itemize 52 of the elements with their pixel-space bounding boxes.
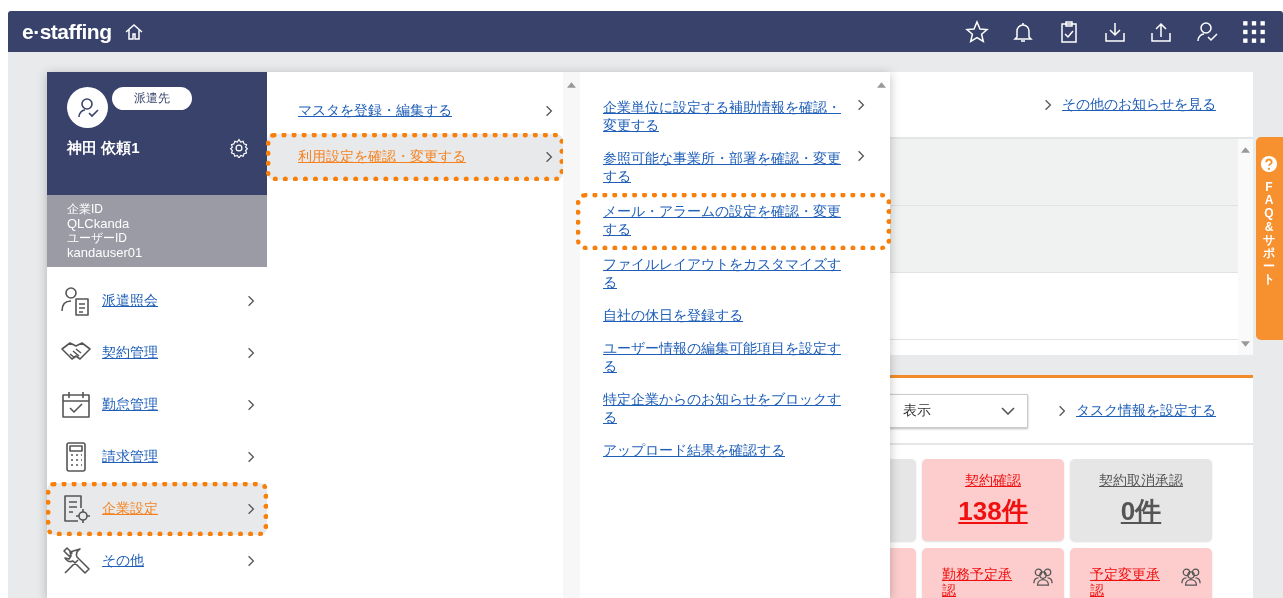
chevron-icon	[1058, 404, 1066, 417]
user-check-icon	[75, 95, 100, 120]
menu-item[interactable]: 勤怠管理	[47, 379, 267, 431]
chevron-down-icon	[1001, 406, 1015, 415]
company-id: QLCkanda	[67, 216, 131, 231]
menu-item[interactable]: 派遣照会	[47, 275, 267, 327]
help-icon	[1260, 155, 1278, 173]
menu-item[interactable]: 契約管理	[47, 327, 267, 379]
scroll-up-icon[interactable]	[877, 82, 886, 88]
task-tile[interactable]: 契約取消承認 0件	[1070, 459, 1212, 541]
logo[interactable]: e·staffing	[22, 19, 112, 44]
chevron-icon	[247, 295, 255, 307]
user-id-label: ユーザーID	[67, 231, 128, 245]
person-document-icon	[60, 285, 92, 317]
scroll-down-icon[interactable]	[1241, 341, 1250, 347]
settings-item[interactable]: メール・アラームの設定を確認・変更する	[577, 194, 890, 249]
chevron-icon	[247, 555, 255, 567]
chevron-icon	[247, 503, 255, 515]
more-notices-link[interactable]: その他のお知らせを見る	[1062, 95, 1216, 114]
settings-item[interactable]: ユーザー情報の編集可能項目を設定する	[580, 335, 890, 382]
settings-item[interactable]: 企業単位に設定する補助情報を確認・変更する	[580, 94, 890, 141]
chevron-icon	[247, 347, 255, 359]
calendar-check-icon	[60, 389, 92, 421]
star-icon[interactable]	[965, 19, 989, 44]
settings-item[interactable]: アップロード結果を確認する	[580, 437, 890, 466]
chevron-icon	[857, 99, 865, 111]
chevron-icon	[857, 150, 865, 162]
user-check-icon[interactable]	[1195, 19, 1219, 44]
chevron-icon	[1044, 98, 1052, 111]
task-label[interactable]: 契約取消承認	[1099, 471, 1183, 490]
role-badge: 派遣先	[112, 87, 192, 110]
chevron-icon	[545, 105, 553, 117]
scroll-up-icon[interactable]	[567, 82, 576, 88]
task-settings-link[interactable]: タスク情報を設定する	[1076, 401, 1216, 420]
company-id-label: 企業ID	[67, 202, 104, 216]
user-name: 神田 依頼1	[67, 138, 140, 158]
task-count[interactable]: 0件	[1120, 493, 1162, 529]
chevron-icon	[247, 399, 255, 411]
menu-item[interactable]: その他	[47, 535, 267, 587]
settings-item[interactable]: 自社の休日を登録する	[580, 302, 890, 331]
home-icon[interactable]	[123, 21, 144, 42]
user-id: kandauser01	[67, 245, 144, 260]
settings-item[interactable]: 参照可能な事業所・部署を確認・変更する	[580, 145, 890, 192]
submenu-item[interactable]: マスタを登録・編集する	[267, 88, 563, 134]
app-grid-icon[interactable]	[1241, 18, 1267, 45]
settings-item[interactable]: ファイルレイアウトをカスタマイズする	[580, 251, 890, 298]
scroll-up-icon[interactable]	[1241, 147, 1250, 153]
tools-icon	[60, 545, 92, 577]
chevron-icon	[247, 451, 255, 463]
menu-item[interactable]: 請求管理	[47, 431, 267, 483]
settings-icon[interactable]	[229, 138, 249, 158]
chevron-icon	[545, 151, 553, 163]
